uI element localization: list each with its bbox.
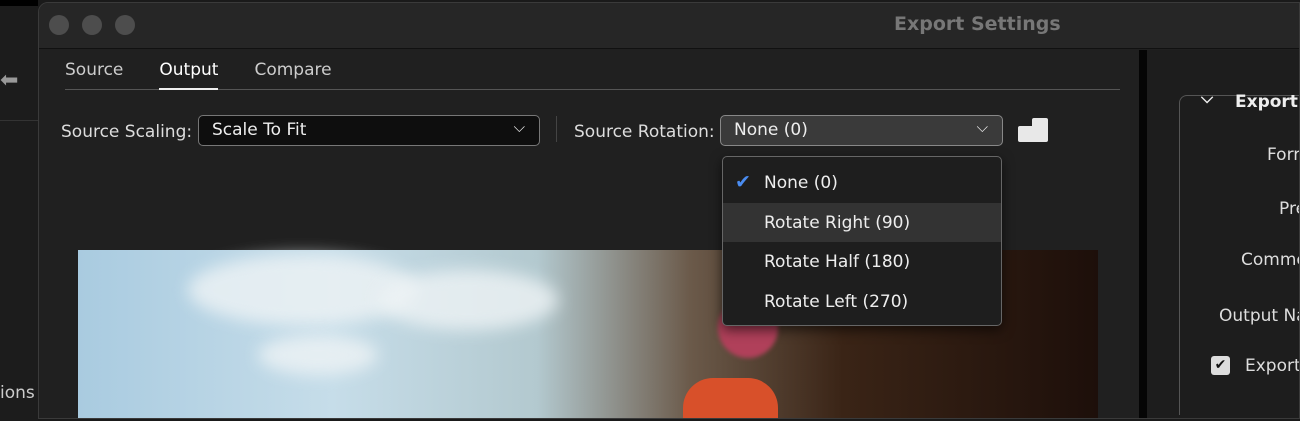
preset-label: Pre [1279,199,1299,219]
source-scaling-label: Source Scaling: [61,122,193,142]
checkmark-icon: ✔ [735,171,751,193]
menu-item-label: Rotate Right (90) [764,212,911,233]
source-rotation-label: Source Rotation: [574,122,715,142]
tab-bar: Source Output Compare [65,58,1120,90]
rotate-icon[interactable] [1018,118,1050,144]
window-title: Export Settings [894,13,1061,35]
menu-item-label: Rotate Half (180) [764,252,911,272]
settings-panel: ⌵ Export S Forr Pre Comme Output Na ✔ Ex… [1147,50,1300,418]
background-panel: ⬅ ions [0,0,38,421]
close-window-button[interactable] [49,15,69,35]
comments-label: Comme [1241,250,1299,270]
source-scaling-value: Scale To Fit [212,120,307,140]
menu-item-label: Rotate Left (270) [764,291,909,312]
output-name-label: Output Na [1219,306,1300,326]
export-settings-window: Export Settings Source Output Compare So… [38,2,1300,419]
tab-compare[interactable]: Compare [254,58,331,90]
minimize-window-button[interactable] [82,15,102,35]
chevron-down-icon[interactable]: ⌵ [1201,88,1213,108]
preview-area: Source Output Compare Source Scaling: Sc… [39,50,1139,418]
tab-output[interactable]: Output [159,58,219,90]
menu-item-rotate-half[interactable]: Rotate Half (180) [723,242,1001,282]
export-checkbox-label: Export [1245,356,1300,376]
chevron-down-icon: ⌵ [513,118,525,136]
chevron-down-icon: ⌵ [976,118,988,136]
panel-divider[interactable] [1139,50,1147,418]
source-rotation-value: None (0) [734,120,808,140]
export-checkbox[interactable]: ✔ [1211,356,1230,375]
format-label: Forr [1267,145,1300,165]
menu-item-rotate-right[interactable]: Rotate Right (90) [723,202,1001,242]
zoom-window-button[interactable] [115,15,135,35]
rotation-dropdown-menu: ✔ None (0) Rotate Right (90) Rotate Half… [722,156,1002,326]
partial-label: ions [0,383,35,403]
menu-item-none[interactable]: ✔ None (0) [723,163,1001,203]
title-bar: Export Settings [39,3,1299,49]
tab-source[interactable]: Source [65,58,123,90]
top-bar [0,0,38,6]
divider [556,116,557,142]
divider [0,120,38,121]
arrow-left-icon[interactable]: ⬅ [0,68,18,93]
section-title[interactable]: Export S [1235,92,1299,112]
menu-item-label: None (0) [764,173,838,193]
person-shirt [683,378,778,418]
source-rotation-select[interactable]: None (0) ⌵ [720,115,1003,146]
source-scaling-select[interactable]: Scale To Fit ⌵ [198,115,540,146]
menu-item-rotate-left[interactable]: Rotate Left (270) [723,282,1001,322]
